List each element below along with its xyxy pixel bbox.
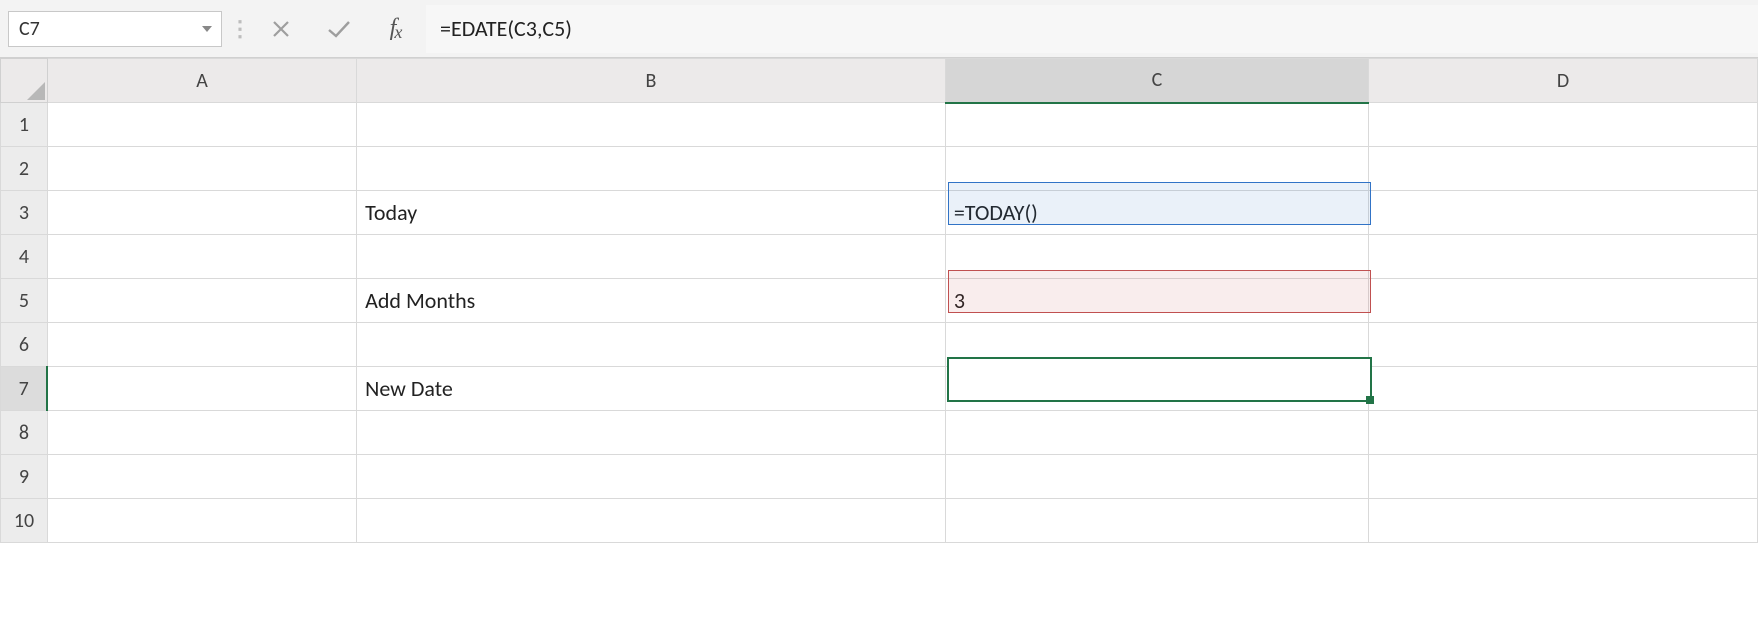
col-header-D[interactable]: D [1369,59,1758,103]
cell-C2[interactable] [945,147,1368,191]
cell-B8[interactable] [357,411,946,455]
enter-button[interactable] [310,5,368,53]
formula-input[interactable]: =EDATE(C3,C5) [426,5,1758,53]
cell-B1[interactable] [357,103,946,147]
row-header-10[interactable]: 10 [1,499,48,543]
dropdown-icon[interactable] [199,21,215,37]
spreadsheet-grid: A B C D 1 2 3 Today =TODAY() 4 5 Add Months… [0,58,1758,543]
cell-A6[interactable] [47,323,356,367]
row-header-6[interactable]: 6 [1,323,48,367]
col-header-C[interactable]: C [945,59,1368,103]
separator-dots-icon: ⋮ [228,9,252,49]
cell-C3[interactable]: =TODAY() [945,191,1368,235]
cell-A3[interactable] [47,191,356,235]
fill-handle[interactable] [1366,396,1374,404]
cell-D9[interactable] [1369,455,1758,499]
cell-C7-formula: =EDATE(C3,C5) [952,375,1086,402]
col-header-B[interactable]: B [357,59,946,103]
row-header-7[interactable]: 7 [1,367,48,411]
cell-C10[interactable] [945,499,1368,543]
col-header-A[interactable]: A [47,59,356,103]
cell-C5-text: 3 [952,287,965,314]
cell-C3-text: =TODAY() [952,199,1038,226]
cell-D6[interactable] [1369,323,1758,367]
row-header-8[interactable]: 8 [1,411,48,455]
select-all-corner[interactable] [1,59,48,103]
cell-C7[interactable]: =EDATE(C3,C5) [945,367,1368,411]
formula-text: =EDATE(C3,C5) [440,15,572,42]
select-all-triangle-icon [27,82,45,100]
formula-bar: C7 ⋮ fx =EDATE(C3,C5) [0,0,1758,58]
cell-B2[interactable] [357,147,946,191]
cancel-button[interactable] [252,5,310,53]
cell-B6[interactable] [357,323,946,367]
cell-D8[interactable] [1369,411,1758,455]
x-icon [270,18,292,40]
cell-C5[interactable]: 3 [945,279,1368,323]
cell-A10[interactable] [47,499,356,543]
cell-B7-text: New Date [363,375,453,402]
cell-B3-text: Today [363,199,417,226]
grid-table[interactable]: A B C D 1 2 3 Today =TODAY() 4 5 Add Months… [0,58,1758,543]
row-header-3[interactable]: 3 [1,191,48,235]
cell-C8[interactable] [945,411,1368,455]
cell-D2[interactable] [1369,147,1758,191]
cell-B5-text: Add Months [363,287,475,314]
cell-B4[interactable] [357,235,946,279]
row-header-1[interactable]: 1 [1,103,48,147]
row-header-5[interactable]: 5 [1,279,48,323]
cell-D3[interactable] [1369,191,1758,235]
name-box[interactable]: C7 [8,11,222,47]
cell-D10[interactable] [1369,499,1758,543]
cell-C6[interactable] [945,323,1368,367]
cell-B9[interactable] [357,455,946,499]
formula-ref-C3: C3 [1028,375,1051,402]
cell-D7[interactable] [1369,367,1758,411]
cell-A5[interactable] [47,279,356,323]
cell-D5[interactable] [1369,279,1758,323]
row-header-9[interactable]: 9 [1,455,48,499]
cell-D4[interactable] [1369,235,1758,279]
row-header-4[interactable]: 4 [1,235,48,279]
row-header-2[interactable]: 2 [1,147,48,191]
cell-D1[interactable] [1369,103,1758,147]
cell-C9[interactable] [945,455,1368,499]
cell-C1[interactable] [945,103,1368,147]
cell-B10[interactable] [357,499,946,543]
cell-B3[interactable]: Today [357,191,946,235]
insert-function-button[interactable]: fx [368,5,426,53]
cell-C4[interactable] [945,235,1368,279]
check-icon [326,18,352,40]
formula-ref-C5: C5 [1056,375,1079,402]
cell-A4[interactable] [47,235,356,279]
name-box-value: C7 [19,17,199,41]
cell-A8[interactable] [47,411,356,455]
cell-A7[interactable] [47,367,356,411]
cell-A9[interactable] [47,455,356,499]
cell-B7[interactable]: New Date [357,367,946,411]
cell-B5[interactable]: Add Months [357,279,946,323]
cell-A1[interactable] [47,103,356,147]
cell-A2[interactable] [47,147,356,191]
